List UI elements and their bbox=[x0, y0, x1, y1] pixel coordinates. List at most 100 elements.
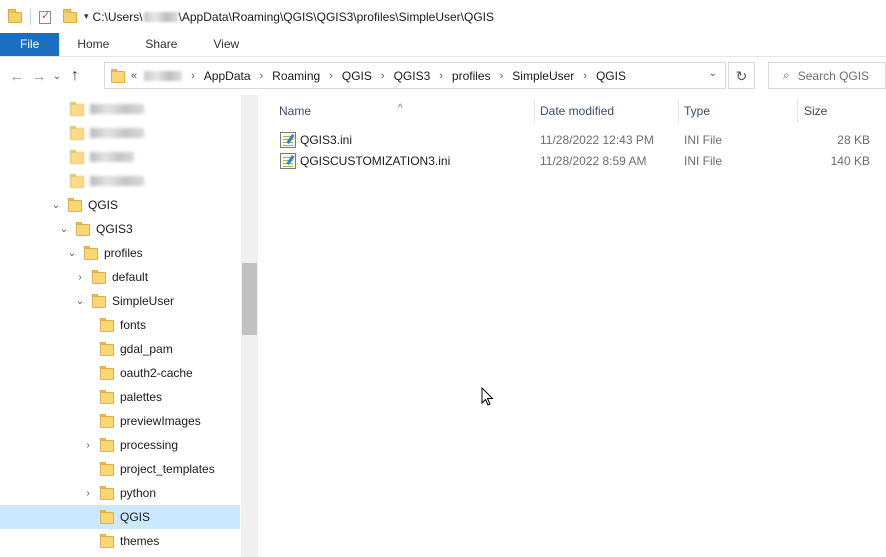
sort-ascending-icon: ^ bbox=[398, 103, 403, 114]
breadcrumb-appdata[interactable]: AppData bbox=[204, 69, 251, 83]
chevron-right-icon[interactable]: › bbox=[82, 440, 94, 451]
tree-item-label: processing bbox=[120, 438, 179, 452]
tree-item-label: QGIS bbox=[120, 510, 151, 524]
column-size-label: Size bbox=[804, 104, 828, 118]
chevron-right-icon[interactable]: › bbox=[439, 70, 443, 82]
forward-arrow-icon[interactable]: → bbox=[28, 68, 50, 85]
tab-home[interactable]: Home bbox=[59, 33, 127, 56]
nav-pane-scrollbar[interactable] bbox=[241, 95, 258, 557]
file-date: 11/28/2022 8:59 AM bbox=[540, 153, 647, 168]
tree-item-label: QGIS3 bbox=[96, 222, 133, 236]
file-row[interactable]: QGISCUSTOMIZATION3.ini 11/28/2022 8:59 A… bbox=[274, 150, 874, 171]
chevron-right-icon[interactable]: › bbox=[583, 70, 587, 82]
column-header-date[interactable]: Date modified bbox=[523, 95, 678, 127]
breadcrumb-simpleuser[interactable]: SimpleUser bbox=[512, 69, 574, 83]
chevron-down-icon[interactable]: ⌄ bbox=[50, 200, 62, 211]
search-placeholder: Search QGIS bbox=[797, 68, 870, 83]
chevron-down-icon[interactable]: ⌄ bbox=[74, 296, 86, 307]
tree-item-previewimages[interactable]: previewImages bbox=[0, 409, 240, 433]
mouse-cursor-icon bbox=[481, 387, 494, 406]
tree-item-label: palettes bbox=[120, 390, 163, 404]
chevron-down-icon[interactable]: ⌄ bbox=[58, 224, 70, 235]
breadcrumb-qgis3[interactable]: QGIS3 bbox=[394, 69, 431, 83]
file-list-pane: Name ^ Date modified Type Size QGIS3.ini… bbox=[262, 95, 886, 557]
search-input[interactable]: ⌕ Search QGIS bbox=[768, 62, 886, 89]
new-folder-icon[interactable] bbox=[63, 8, 77, 23]
recent-locations-chevron-icon[interactable]: ⌄ bbox=[50, 71, 64, 82]
column-header-size[interactable]: Size bbox=[787, 95, 877, 127]
tree-item-qgis[interactable]: ⌄ QGIS bbox=[0, 193, 240, 217]
tree-item-redacted[interactable] bbox=[0, 97, 240, 121]
chevron-right-icon[interactable]: › bbox=[74, 272, 86, 283]
chevron-down-icon[interactable]: ⌄ bbox=[709, 68, 717, 79]
chevron-right-icon[interactable]: › bbox=[381, 70, 385, 82]
tree-item-redacted[interactable] bbox=[0, 145, 240, 169]
tree-item-gdal-pam[interactable]: gdal_pam bbox=[0, 337, 240, 361]
window-title: C:\Users\ \AppData\Roaming\QGIS\QGIS3\pro… bbox=[93, 10, 494, 24]
folder-icon bbox=[70, 150, 84, 164]
chevron-right-icon[interactable]: › bbox=[191, 70, 195, 82]
tree-item-themes[interactable]: themes bbox=[0, 529, 240, 553]
tree-item-label: previewImages bbox=[120, 414, 201, 428]
chevron-right-icon[interactable]: › bbox=[82, 488, 94, 499]
folder-icon bbox=[92, 294, 106, 308]
tree-item-label: oauth2-cache bbox=[120, 366, 193, 380]
folder-icon bbox=[100, 342, 114, 356]
title-path-prefix: C:\Users\ bbox=[92, 9, 143, 24]
tree-item-fonts[interactable]: fonts bbox=[0, 313, 240, 337]
chevron-right-icon[interactable]: › bbox=[260, 70, 264, 82]
tree-item-label: fonts bbox=[120, 318, 147, 332]
redacted-label bbox=[90, 128, 144, 138]
column-header-type[interactable]: Type bbox=[667, 95, 797, 127]
tree-item-palettes[interactable]: palettes bbox=[0, 385, 240, 409]
breadcrumb-profiles[interactable]: profiles bbox=[452, 69, 491, 83]
folder-icon bbox=[100, 390, 114, 404]
redacted-username bbox=[143, 12, 178, 23]
navigation-pane: ⌄ QGIS ⌄ QGIS3 ⌄ profiles › default ⌄ Si… bbox=[0, 95, 258, 557]
tree-item-oauth2-cache[interactable]: oauth2-cache bbox=[0, 361, 240, 385]
ribbon-tabs: File Home Share View bbox=[0, 33, 886, 57]
tree-item-qgis3[interactable]: ⌄ QGIS3 bbox=[0, 217, 240, 241]
tab-file[interactable]: File bbox=[0, 33, 60, 56]
tree-item-qgis-selected[interactable]: QGIS bbox=[0, 505, 240, 529]
tree-item-project-templates[interactable]: project_templates bbox=[0, 457, 240, 481]
folder-icon bbox=[100, 510, 114, 524]
file-name: QGISCUSTOMIZATION3.ini bbox=[300, 153, 451, 168]
file-name: QGIS3.ini bbox=[300, 132, 353, 147]
breadcrumb-qgis-current[interactable]: QGIS bbox=[596, 69, 626, 83]
back-arrow-icon[interactable]: ← bbox=[6, 68, 28, 85]
properties-icon[interactable] bbox=[39, 9, 53, 24]
scrollbar-thumb[interactable] bbox=[242, 263, 257, 335]
folder-icon bbox=[111, 68, 125, 83]
tree-item-python[interactable]: › python bbox=[0, 481, 240, 505]
folder-icon bbox=[84, 246, 98, 260]
tree-item-label: default bbox=[112, 270, 149, 284]
quick-access-toolbar: ▾ bbox=[0, 0, 89, 33]
tab-share[interactable]: Share bbox=[127, 33, 195, 56]
tree-item-redacted[interactable] bbox=[0, 121, 240, 145]
tree-item-default[interactable]: › default bbox=[0, 265, 240, 289]
breadcrumb-overflow[interactable]: « bbox=[131, 70, 137, 82]
file-row[interactable]: QGIS3.ini 11/28/2022 12:43 PM INI File 2… bbox=[274, 129, 874, 150]
chevron-right-icon[interactable]: › bbox=[500, 70, 504, 82]
ini-file-icon bbox=[280, 131, 296, 148]
address-bar[interactable]: « › AppData › Roaming › QGIS › QGIS3 › p… bbox=[104, 62, 726, 89]
folder-icon bbox=[92, 270, 106, 284]
navigation-bar: ← → ⌄ ↑ « › AppData › Roaming › QGIS › Q… bbox=[0, 57, 886, 95]
column-header-name[interactable]: Name ^ bbox=[262, 95, 534, 127]
tree-item-processing[interactable]: › processing bbox=[0, 433, 240, 457]
tree-item-simpleuser[interactable]: ⌄ SimpleUser bbox=[0, 289, 240, 313]
customize-toolbar-dropdown-icon[interactable]: ▾ bbox=[84, 11, 89, 22]
redacted-username bbox=[144, 70, 183, 81]
breadcrumb-qgis[interactable]: QGIS bbox=[342, 69, 372, 83]
refresh-icon[interactable]: ↻ bbox=[728, 62, 755, 89]
chevron-down-icon[interactable]: ⌄ bbox=[66, 248, 78, 259]
chevron-right-icon[interactable]: › bbox=[329, 70, 333, 82]
tree-item-profiles[interactable]: ⌄ profiles bbox=[0, 241, 240, 265]
tab-view[interactable]: View bbox=[195, 33, 257, 56]
folder-icon bbox=[100, 318, 114, 332]
tree-item-redacted[interactable] bbox=[0, 169, 240, 193]
up-arrow-icon[interactable]: ↑ bbox=[64, 67, 86, 85]
breadcrumb-roaming[interactable]: Roaming bbox=[272, 69, 320, 83]
search-icon: ⌕ bbox=[783, 68, 790, 82]
